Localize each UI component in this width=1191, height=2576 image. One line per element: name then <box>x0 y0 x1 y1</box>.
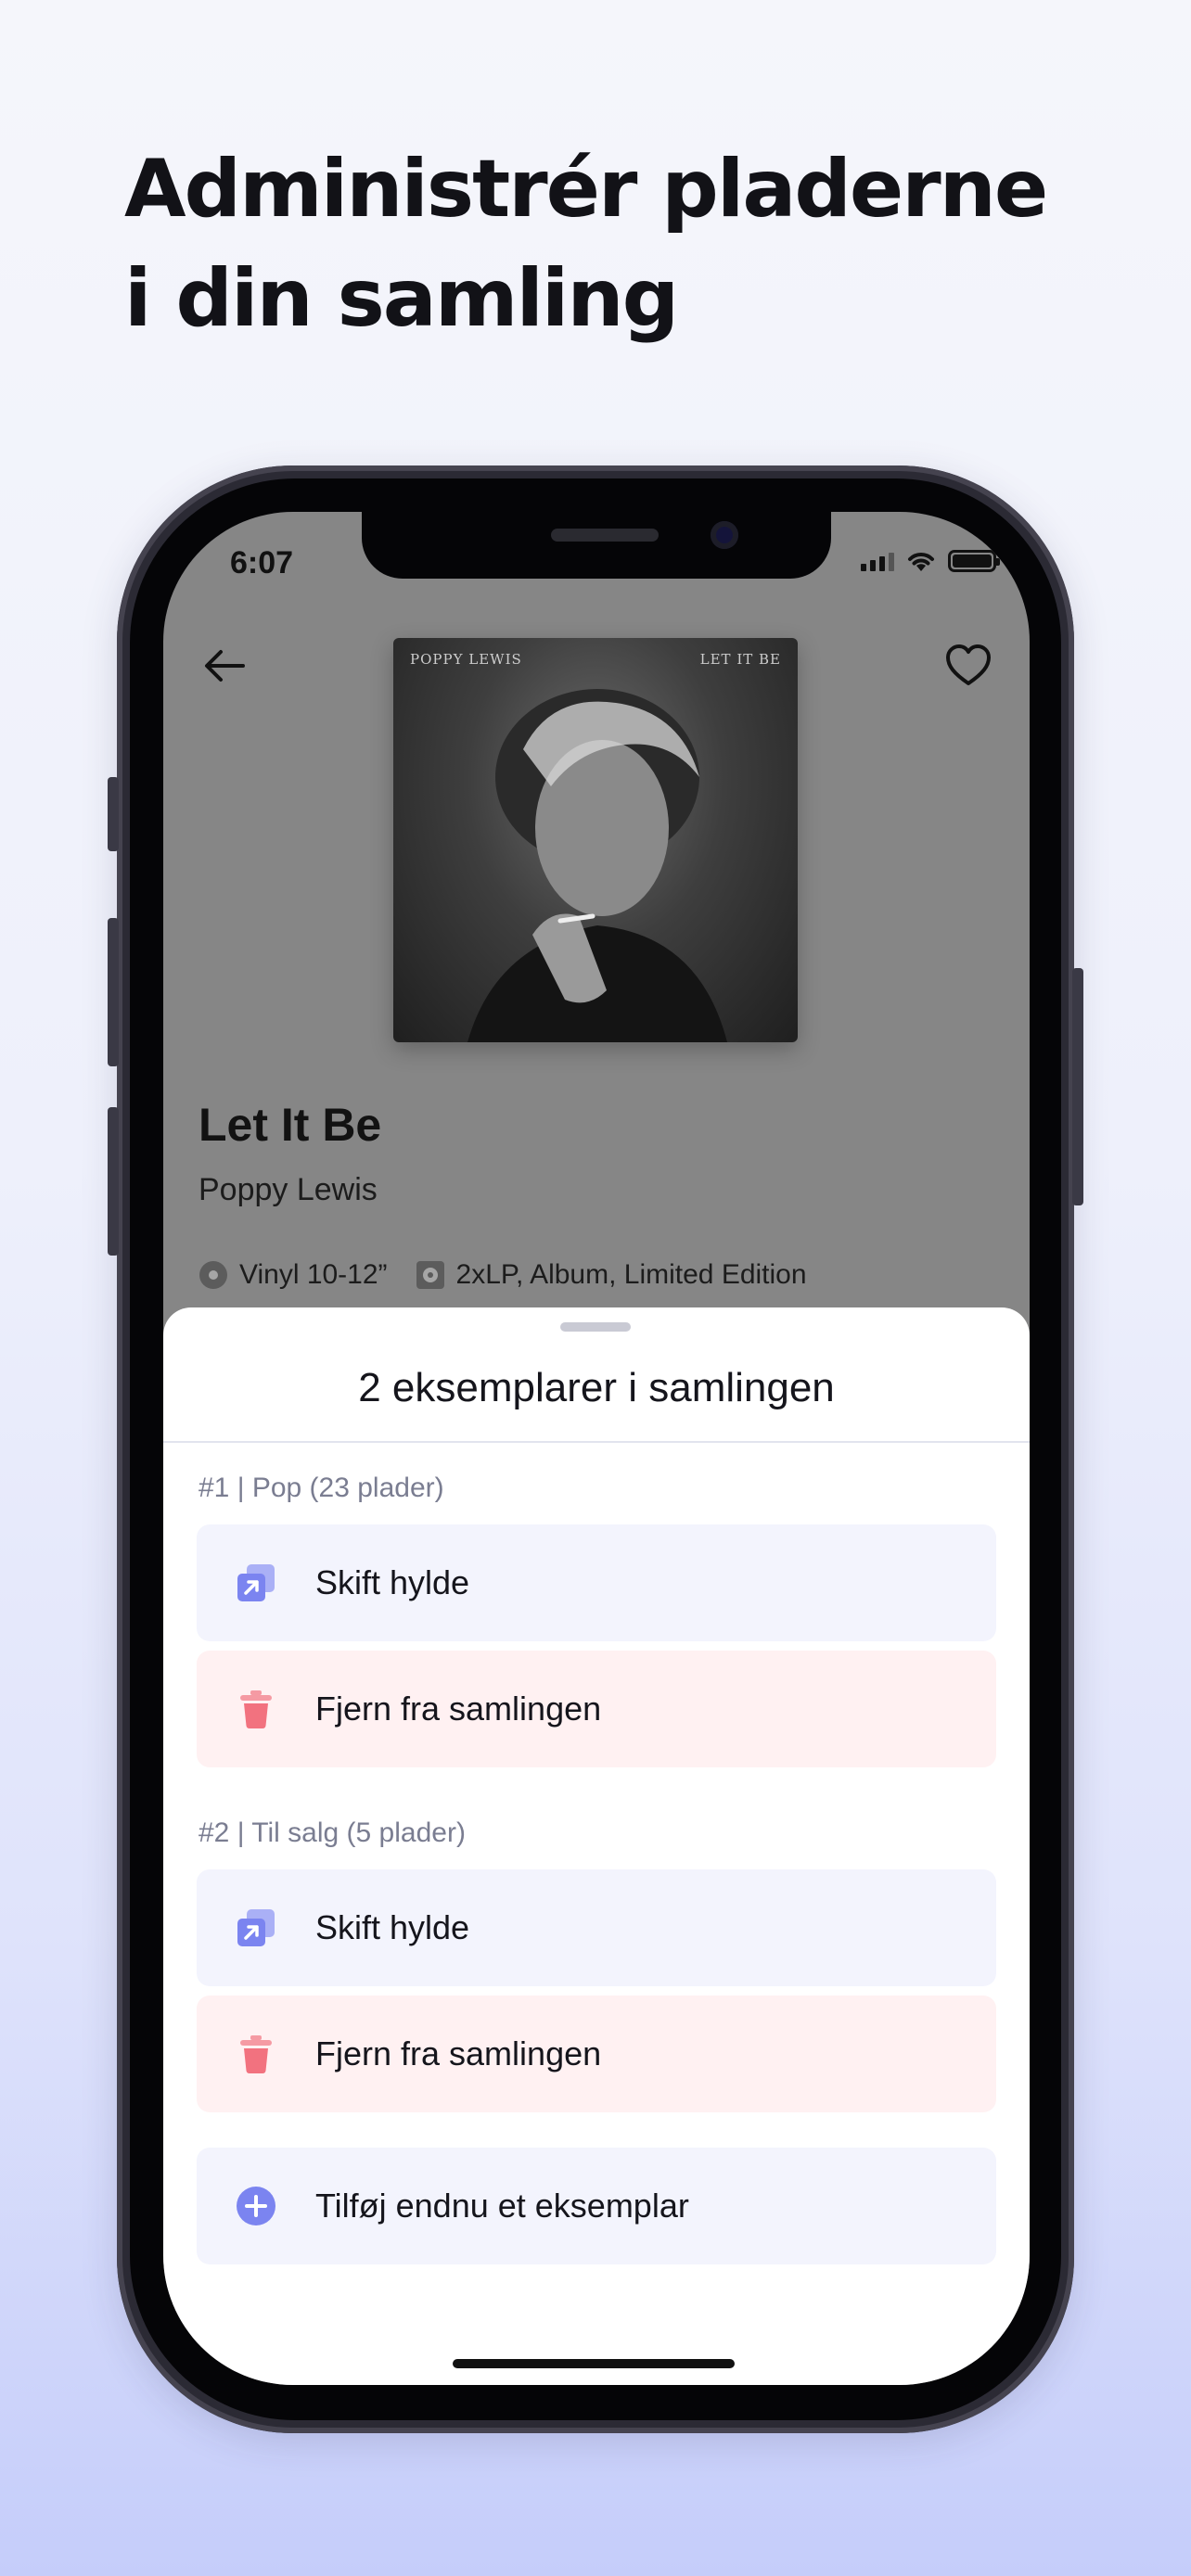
battery-icon <box>948 550 1000 572</box>
trash-icon <box>240 1690 272 1728</box>
notch <box>362 512 831 579</box>
sheet-divider <box>163 1441 1030 1443</box>
copy-2-label: #2 | Til salg (5 plader) <box>198 1817 466 1848</box>
heart-outline-icon[interactable] <box>942 640 994 692</box>
format-meta: Vinyl 10-12” <box>198 1259 388 1291</box>
volume-up-button <box>108 918 119 1066</box>
cellular-signal-icon <box>861 551 894 571</box>
trash-icon <box>240 2035 272 2073</box>
remove-label: Fjern fra samlingen <box>315 1690 602 1728</box>
copy-1-remove-button[interactable]: Fjern fra samlingen <box>197 1651 996 1767</box>
move-shelf-icon <box>237 1564 275 1601</box>
copy-2-remove-button[interactable]: Fjern fra samlingen <box>197 1996 996 2112</box>
album-meta-row: Vinyl 10-12” 2xLP, Album, Limited Editio… <box>198 1259 835 1291</box>
copy-1-change-shelf-button[interactable]: Skift hylde <box>197 1524 996 1641</box>
copy-1-label: #1 | Pop (23 plader) <box>198 1473 444 1503</box>
edition-label: 2xLP, Album, Limited Edition <box>455 1259 807 1290</box>
status-icons <box>861 549 1000 573</box>
remove-label: Fjern fra samlingen <box>315 2034 602 2072</box>
sheet-grabber[interactable] <box>560 1322 631 1332</box>
vinyl-disc-icon <box>199 1261 227 1289</box>
change-shelf-label: Skift hylde <box>315 1563 470 1601</box>
plus-circle-icon <box>237 2187 275 2225</box>
sheet-title: 2 eksemplarer i samlingen <box>358 1365 835 1410</box>
speaker-grille <box>551 529 659 542</box>
arrow-left-icon[interactable] <box>198 640 250 692</box>
album-cover-image: POPPY LEWIS LET IT BE <box>393 638 798 1042</box>
power-button <box>1072 968 1083 1205</box>
format-label: Vinyl 10-12” <box>239 1259 388 1290</box>
wifi-icon <box>908 553 934 571</box>
front-camera <box>711 521 738 549</box>
headline-line-1: Administrér pladerne <box>124 143 1048 236</box>
album-artist: Poppy Lewis <box>198 1172 378 1207</box>
add-copy-button[interactable]: Tilføj endnu et eksemplar <box>197 2148 996 2264</box>
headline-line-2: i din samling <box>124 252 679 345</box>
add-copy-label: Tilføj endnu et eksemplar <box>315 2187 689 2225</box>
cover-portrait-illustration <box>467 689 727 1042</box>
home-indicator[interactable] <box>453 2359 735 2368</box>
copy-2-change-shelf-button[interactable]: Skift hylde <box>197 1869 996 1986</box>
edition-meta: 2xLP, Album, Limited Edition <box>416 1259 807 1291</box>
mute-switch <box>108 777 119 851</box>
copies-bottom-sheet: 2 eksemplarer i samlingen #1 | Pop (23 p… <box>163 1307 1030 2385</box>
headline: Administrér pladerne i din samling <box>124 134 1098 353</box>
cover-title-text: LET IT BE <box>699 651 781 668</box>
cover-artist-text: POPPY LEWIS <box>410 651 522 668</box>
move-shelf-icon <box>237 1909 275 1946</box>
status-time: 6:07 <box>230 545 294 580</box>
album-title: Let It Be <box>198 1099 382 1151</box>
record-sleeve-icon <box>416 1261 444 1289</box>
phone-screen: 6:07 POPPY LEWIS LET IT BE Let It Be Pop… <box>163 512 1030 2385</box>
change-shelf-label: Skift hylde <box>315 1908 470 1946</box>
volume-down-button <box>108 1107 119 1256</box>
